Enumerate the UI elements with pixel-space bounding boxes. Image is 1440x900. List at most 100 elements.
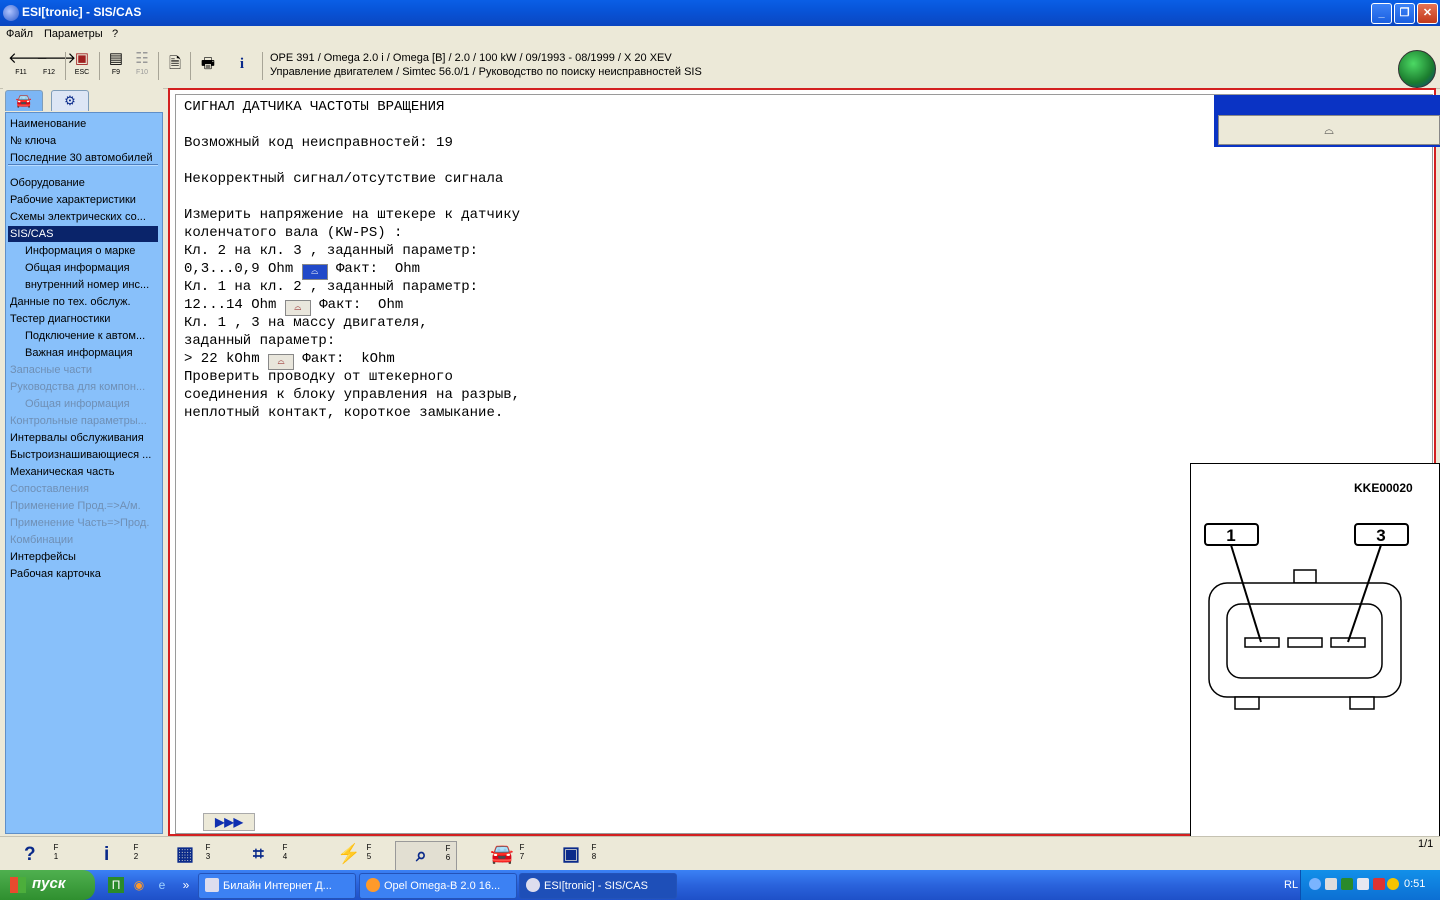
globe-icon[interactable]: [1398, 50, 1436, 88]
content-line: неплотный контакт, короткое замыкание.: [184, 405, 504, 421]
function-key-label: F: [591, 843, 597, 852]
content-line: > 22 kOhm ⌓ Факт: kOhm: [184, 350, 395, 370]
tab-engine[interactable]: ⚙: [51, 90, 89, 111]
sidebar-item[interactable]: № ключа: [10, 133, 158, 149]
function-key-2[interactable]: i F2: [104, 841, 148, 869]
function-key-label: 1: [53, 852, 59, 861]
sidebar: 🚘 ⚙ Наименование № ключа Последние 30 авто…: [3, 88, 163, 836]
tray-app-icon[interactable]: [1341, 878, 1353, 890]
toolbar: 🡐 F11 🡒 F12 ▣ ESC ▤ F9 ☷ F10 🗎 🖶 i OPE 3…: [0, 44, 1440, 89]
sidebar-item[interactable]: Данные по тех. обслуж.: [10, 294, 158, 310]
task-esitronic[interactable]: ESI[tronic] - SIS/CAS: [519, 873, 677, 899]
content-line: Кл. 1 на кл. 2 , заданный параметр:: [184, 279, 479, 295]
windows-logo-icon: [10, 877, 26, 893]
sidebar-item[interactable]: Интервалы обслуживания: [10, 430, 158, 446]
function-key-label: F: [519, 843, 525, 852]
app-icon: [3, 5, 19, 21]
function-key-5[interactable]: ⚡ F 5: [337, 841, 381, 869]
content-line: Кл. 1 , 3 на массу двигателя,: [184, 315, 428, 331]
sidebar-item: Контрольные параметры...: [10, 415, 147, 427]
start-button[interactable]: пуск: [0, 870, 95, 900]
gauge-icon: ⌓: [1324, 123, 1334, 137]
wiring-icon: ⌗: [253, 844, 264, 865]
sidebar-item[interactable]: Интерфейсы: [10, 549, 158, 565]
content-line: СИГНАЛ ДАТЧИКА ЧАСТОТЫ ВРАЩЕНИЯ: [184, 99, 445, 115]
sidebar-item: Сопоставления: [10, 483, 89, 495]
restore-button[interactable]: ❐: [1394, 3, 1415, 24]
back-button[interactable]: 🡐 F11: [8, 50, 48, 84]
esc-icon: ▣: [74, 50, 90, 67]
f9-button[interactable]: ▤ F9: [103, 50, 129, 84]
sidebar-item: Комбинации: [10, 534, 74, 546]
firefox-icon[interactable]: ◉: [131, 877, 147, 893]
arrow-right-icon: 🡒: [36, 50, 77, 67]
sidebar-item[interactable]: Быстроизнашивающиеся ...: [10, 447, 158, 463]
measure-button[interactable]: ⌓: [1218, 115, 1440, 145]
next-page-button[interactable]: ▶▶▶: [203, 813, 255, 831]
sidebar-item[interactable]: Тестер диагностики: [10, 311, 158, 327]
sidebar-item[interactable]: Рабочая карточка: [10, 566, 158, 582]
function-key-7[interactable]: 🚘 F 7: [490, 841, 534, 869]
pin-label-3: 3: [1376, 526, 1385, 545]
sidebar-separator: [8, 164, 158, 166]
function-key-3[interactable]: ▦ F 3: [176, 841, 220, 869]
menu-help[interactable]: ?: [112, 28, 118, 40]
system-info: Управление двигателем / Simtec 56.0/1 / …: [270, 66, 702, 78]
task-beeline[interactable]: Билайн Интернет Д...: [198, 873, 356, 899]
tray-arrow-icon[interactable]: [1309, 878, 1321, 890]
task-opel[interactable]: Opel Omega-B 2.0 16...: [359, 873, 517, 899]
sidebar-item[interactable]: SIS/CAS: [8, 226, 158, 242]
close-button[interactable]: ✕: [1417, 3, 1438, 24]
function-key-label: F: [133, 843, 139, 852]
sidebar-item[interactable]: внутренний номер инс...: [25, 277, 158, 293]
ie-icon[interactable]: e: [154, 877, 170, 893]
content-line: Возможный код неисправностей: 19: [184, 135, 453, 151]
tab-vehicle[interactable]: 🚘: [5, 90, 43, 111]
more-icon[interactable]: »: [178, 877, 194, 893]
antivirus-icon[interactable]: [1373, 878, 1385, 890]
sidebar-item[interactable]: Важная информация: [25, 345, 158, 361]
firefox-icon: [366, 878, 380, 892]
toolbar-separator: [262, 52, 263, 80]
function-key-1[interactable]: ? F 1: [24, 841, 68, 869]
sidebar-item[interactable]: Наименование: [10, 116, 158, 132]
sidebar-item[interactable]: Оборудование: [10, 175, 158, 191]
function-key-8[interactable]: ▣ F 8: [562, 841, 606, 869]
sidebar-item[interactable]: Рабочие характеристики: [10, 192, 158, 208]
quicklaunch-icon[interactable]: П: [108, 877, 124, 893]
menu-params[interactable]: Параметры: [44, 28, 103, 40]
engine-icon: ⚙: [64, 93, 76, 108]
content-text: > 22 kOhm: [184, 351, 269, 367]
function-key-label: 4: [282, 852, 288, 861]
document-button[interactable]: 🗎: [162, 55, 188, 89]
clock: 0:51: [1404, 878, 1426, 890]
sidebar-item[interactable]: Информация о марке: [25, 243, 158, 259]
network-icon[interactable]: [1325, 878, 1337, 890]
function-key-label: 7: [519, 852, 525, 861]
sidebar-item[interactable]: Общая информация: [25, 260, 158, 276]
function-key-label: 3: [205, 852, 211, 861]
function-key-6[interactable]: ⌕ F 6: [395, 841, 457, 871]
monitor-icon[interactable]: [1357, 878, 1369, 890]
esc-button[interactable]: ▣ ESC: [69, 50, 95, 84]
sidebar-item[interactable]: Подключение к автом...: [25, 328, 158, 344]
sidebar-item[interactable]: Механическая часть: [10, 464, 158, 480]
print-button[interactable]: 🖶: [195, 55, 221, 89]
window-title: ESI[tronic] - SIS/CAS: [22, 5, 142, 19]
content-text: 0,3...0,9 Ohm: [184, 261, 302, 277]
menu-file[interactable]: Файл: [6, 28, 33, 40]
sidebar-item[interactable]: Схемы электрических со...: [10, 209, 158, 225]
info-button[interactable]: i: [229, 55, 255, 89]
forward-button[interactable]: 🡒 F12: [36, 50, 77, 84]
language-indicator[interactable]: RL: [1284, 879, 1298, 891]
function-key-4[interactable]: ⌗ F 4: [253, 841, 297, 869]
connector-drawing: 1 3: [1204, 523, 1409, 710]
function-key-label: F: [282, 843, 288, 852]
yandex-icon[interactable]: [1387, 878, 1399, 890]
f10-button[interactable]: ☷ F10: [129, 50, 155, 84]
list-icon: ▤: [108, 50, 124, 67]
sidebar-item: Руководства для компон...: [10, 381, 146, 393]
esi-kts-icon: ▣: [562, 844, 580, 865]
minimize-button[interactable]: _: [1371, 3, 1392, 24]
content-area: ⌓ KKE00020 1 3 ▶▶▶ СИГНАЛ ДАТЧИКА ЧАСТОТ…: [175, 94, 1440, 837]
